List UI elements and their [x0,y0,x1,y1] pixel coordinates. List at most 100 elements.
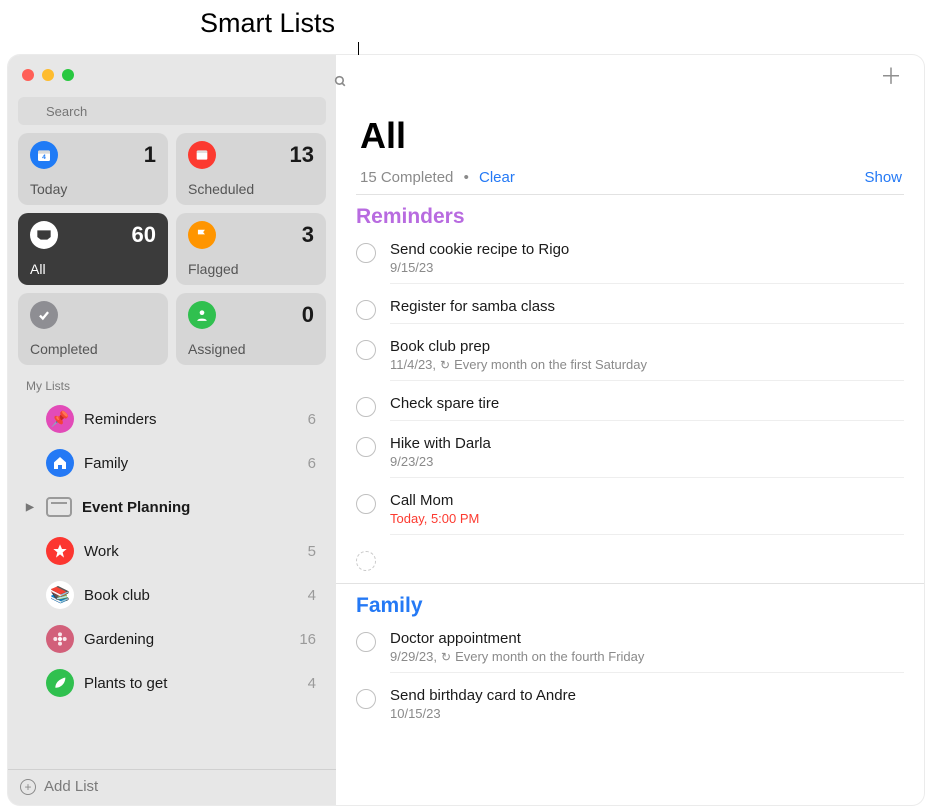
leaf-icon [46,669,74,697]
smart-today-label: Today [30,181,156,197]
main-toolbar: ＋ [336,55,924,91]
main-pane: ＋ All 15 Completed • Clear Show Reminder… [336,55,924,805]
reminder-date: 9/29/23, [390,649,437,664]
app-window: 4 1 Today 13 Scheduled [8,55,924,805]
smart-all-count: 60 [132,222,156,248]
flag-icon [188,221,216,249]
smart-list-all[interactable]: 60 All [18,213,168,285]
complete-toggle[interactable] [356,340,376,360]
smart-assigned-label: Assigned [188,341,314,357]
reminders-scroll[interactable]: Reminders Send cookie recipe to Rigo 9/1… [336,195,924,805]
show-completed-button[interactable]: Show [864,169,902,186]
list-label: Family [84,455,298,472]
smart-list-today[interactable]: 4 1 Today [18,133,168,205]
smart-all-label: All [30,261,156,277]
add-list-label: Add List [44,778,98,795]
new-reminder-button[interactable]: ＋ [880,66,902,88]
clear-completed-button[interactable]: Clear [479,169,515,186]
family-items: Doctor appointment 9/29/23, ↻ Every mont… [336,622,924,735]
reminder-item[interactable]: Send cookie recipe to Rigo 9/15/23 [336,233,924,290]
repeat-text: Every month on the first Saturday [454,357,647,372]
new-reminder-placeholder[interactable] [336,541,924,577]
list-row-gardening[interactable]: ▶ Gardening 16 [24,617,326,661]
calendar-icon [188,141,216,169]
reminder-title: Send cookie recipe to Rigo [390,241,904,258]
reminder-item[interactable]: Call Mom Today, 5:00 PM [336,484,924,541]
calendar-today-icon: 4 [30,141,58,169]
smart-list-flagged[interactable]: 3 Flagged [176,213,326,285]
reminder-title: Check spare tire [390,395,904,412]
list-label: Gardening [84,631,289,648]
search-wrap [8,87,336,133]
books-icon: 📚 [46,581,74,609]
repeat-text: Every month on the fourth Friday [455,649,644,664]
reminder-subtitle: 9/29/23, ↻ Every month on the fourth Fri… [390,649,904,664]
chevron-right-icon[interactable]: ▶ [26,502,36,513]
reminder-subtitle: 9/23/23 [390,454,904,469]
smart-list-assigned[interactable]: 0 Assigned [176,293,326,365]
smart-today-count: 1 [144,142,156,168]
my-lists-header: My Lists [24,379,326,393]
list-group-event-planning[interactable]: ▶ Event Planning [24,485,326,529]
checkmark-icon [30,301,58,329]
complete-toggle[interactable] [356,632,376,652]
list-label: Plants to get [84,675,298,692]
reminder-item[interactable]: Book club prep 11/4/23, ↻ Every month on… [336,330,924,387]
list-row-book-club[interactable]: ▶ 📚 Book club 4 [24,573,326,617]
minimize-window-button[interactable] [42,69,54,81]
reminder-item[interactable]: Check spare tire [336,387,924,427]
complete-toggle-placeholder[interactable] [356,551,376,571]
reminder-subtitle-overdue: Today, 5:00 PM [390,511,904,526]
reminder-item[interactable]: Doctor appointment 9/29/23, ↻ Every mont… [336,622,924,679]
list-row-reminders[interactable]: ▶ 📌 Reminders 6 [24,397,326,441]
close-window-button[interactable] [22,69,34,81]
list-row-work[interactable]: ▶ Work 5 [24,529,326,573]
folder-group-icon [46,497,72,517]
complete-toggle[interactable] [356,494,376,514]
list-count: 6 [308,455,324,472]
list-count: 5 [308,543,324,560]
complete-toggle[interactable] [356,689,376,709]
complete-toggle[interactable] [356,300,376,320]
section-title-reminders: Reminders [336,195,924,233]
smart-scheduled-count: 13 [290,142,314,168]
list-count: 16 [299,631,324,648]
reminder-title: Send birthday card to Andre [390,687,904,704]
reminder-item[interactable]: Hike with Darla 9/23/23 [336,427,924,484]
section-title-family: Family [336,584,924,622]
complete-toggle[interactable] [356,243,376,263]
page-title: All [360,91,904,159]
add-list-button[interactable]: + Add List [8,769,336,805]
reminder-subtitle: 10/15/23 [390,706,904,721]
annotation-label: Smart Lists [200,8,335,39]
reminder-title: Book club prep [390,338,904,355]
reminder-subtitle: 11/4/23, ↻ Every month on the first Satu… [390,357,904,372]
smart-lists-grid: 4 1 Today 13 Scheduled [8,133,336,365]
smart-list-completed[interactable]: Completed [18,293,168,365]
reminder-title: Call Mom [390,492,904,509]
smart-completed-label: Completed [30,341,156,357]
search-input[interactable] [18,97,326,125]
reminder-title: Register for samba class [390,298,904,315]
list-row-family[interactable]: ▶ Family 6 [24,441,326,485]
list-row-plants-to-get[interactable]: ▶ Plants to get 4 [24,661,326,705]
list-label: Event Planning [82,499,306,516]
zoom-window-button[interactable] [62,69,74,81]
list-label: Book club [84,587,298,604]
list-count: 4 [308,675,324,692]
reminder-item[interactable]: Send birthday card to Andre 10/15/23 [336,679,924,735]
complete-toggle[interactable] [356,437,376,457]
smart-list-scheduled[interactable]: 13 Scheduled [176,133,326,205]
person-icon [188,301,216,329]
completed-count-label: 15 Completed [360,169,453,186]
star-icon [46,537,74,565]
svg-text:4: 4 [42,154,46,161]
list-count: 6 [308,411,324,428]
complete-toggle[interactable] [356,397,376,417]
reminder-title: Doctor appointment [390,630,904,647]
reminder-item[interactable]: Register for samba class [336,290,924,330]
flower-icon [46,625,74,653]
my-lists-section: My Lists ▶ 📌 Reminders 6 ▶ Family 6 ▶ Ev… [8,365,336,769]
repeat-icon: ↻ [440,358,450,372]
repeat-icon: ↻ [441,650,451,664]
